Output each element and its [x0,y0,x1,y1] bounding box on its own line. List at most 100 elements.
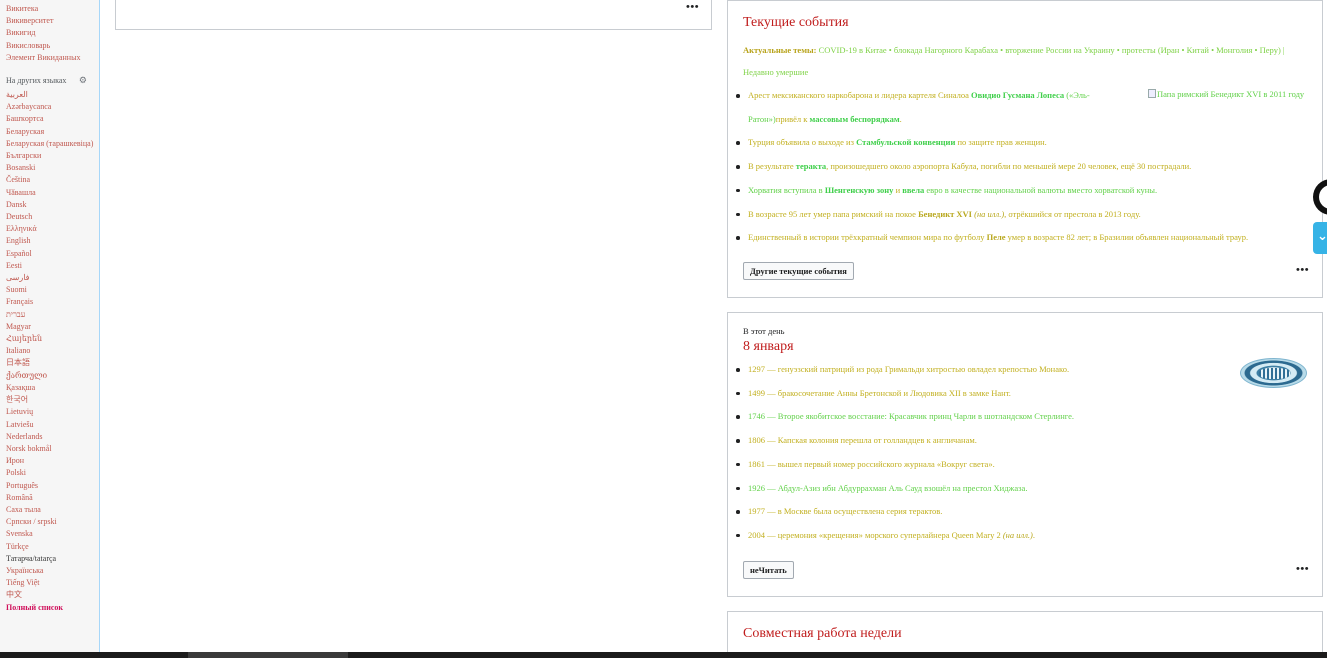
on-this-day-item-text[interactable]: 2004 — церемония «крещения» морского суп… [748,530,1003,540]
news-item-text[interactable]: Бенедикт XVI [918,209,972,219]
on-this-day-item-text[interactable]: 1926 — Абдул-Азиз ибн Абдуррахман Аль Са… [748,483,1027,493]
news-item-text[interactable]: В возрасте 95 лет умер папа римский на п… [748,209,918,219]
on-this-day-item-text[interactable]: 1746 — Второе якобитское восстание: Крас… [748,411,1074,421]
current-events-card: Текущие события Актуальные темы: COVID-1… [727,0,1323,298]
on-this-day-item-text[interactable]: 1297 — генуэзский патриций из рода Грима… [748,364,1069,374]
language-link[interactable]: Українська [0,565,99,577]
language-link[interactable]: Nederlands [0,431,99,443]
language-link[interactable]: فارسی [0,272,99,284]
gear-icon[interactable]: ⚙ [79,73,87,87]
language-link[interactable]: Саха тыла [0,504,99,516]
news-item-text[interactable]: умер в возрасте 82 лет; в Бразилии объяв… [1006,232,1248,242]
language-link[interactable]: Беларуская [0,126,99,138]
language-link[interactable]: Norsk bokmål [0,443,99,455]
news-item: Турция объявила о выходе из Стамбульской… [735,131,1248,155]
sidebar-project-link[interactable]: Викитека [0,3,99,15]
news-item-text[interactable]: массовым беспорядкам [810,114,900,124]
language-link[interactable]: Беларуская (тарашкевіца) [0,138,99,150]
sidebar-project-link[interactable]: Элемент Викиданных [0,52,99,64]
language-link[interactable]: Azərbaycanca [0,101,99,113]
on-this-day-item-text[interactable]: 1499 — бракосочетание Анны Бретонской и … [748,388,1011,398]
language-link[interactable]: Deutsch [0,211,99,223]
news-item-text[interactable]: Овидио Гусмана Лопеса [971,90,1064,100]
language-link[interactable]: Ελληνικά [0,223,99,235]
on-this-day-image[interactable] [1240,358,1307,388]
language-link[interactable]: Dansk [0,199,99,211]
news-item-text[interactable]: по защите прав женщин. [955,137,1046,147]
more-options-icon[interactable]: ••• [686,1,699,13]
language-link[interactable]: Български [0,150,99,162]
news-item-text[interactable]: Пеле [987,232,1006,242]
on-this-day-item-text[interactable]: (на илл.) [1003,530,1033,540]
language-link[interactable]: Հայերեն [0,333,99,345]
sidebar-project-link[interactable]: Викигид [0,27,99,39]
language-link[interactable]: Română [0,492,99,504]
language-link[interactable]: Српски / srpski [0,516,99,528]
language-link[interactable]: Bosanski [0,162,99,174]
language-link[interactable]: Polski [0,467,99,479]
news-item-text[interactable]: (на илл.) [972,209,1004,219]
on-this-day-item-text[interactable]: 1806 — Капская колония перешла от голлан… [748,435,977,445]
language-link[interactable]: ქართული [0,370,99,382]
news-item-text[interactable]: Арест мексиканского наркобарона и лидера… [748,90,971,100]
side-tab-icon[interactable]: ⌄ [1313,222,1327,254]
more-options-icon[interactable]: ••• [1296,264,1309,276]
language-link[interactable]: Татарча/tatarça [0,553,99,565]
language-link[interactable]: Eesti [0,260,99,272]
on-this-day-item-text[interactable]: 1977 — в Москве была осуществлена серия … [748,506,942,516]
languages-heading-label: На других языках [6,76,67,86]
sidebar-project-link[interactable]: Викиверситет [0,15,99,27]
language-link[interactable]: 日本語 [0,357,99,369]
language-link[interactable]: العربية [0,89,99,101]
on-this-day-subtitle: В этот день [743,326,785,336]
sidebar-project-link[interactable]: Викисловарь [0,40,99,52]
language-link[interactable]: Чӑвашла [0,187,99,199]
news-item-text[interactable]: евро в качестве национальной валюты вмес… [924,185,1157,195]
news-item-text[interactable]: теракта [796,161,826,171]
language-link[interactable]: Italiano [0,345,99,357]
language-link[interactable]: 中文 [0,589,99,601]
news-item-text[interactable]: Единственный в истории трёхкратный чемпи… [748,232,987,242]
language-link[interactable]: Башҡортса [0,113,99,125]
on-this-day-item-text[interactable]: . [1033,530,1035,540]
language-link[interactable]: Suomi [0,284,99,296]
language-link[interactable]: 한국어 [0,394,99,406]
language-link[interactable]: Svenska [0,528,99,540]
language-link[interactable]: Čeština [0,174,99,186]
news-item-text[interactable]: Турция объявила о выходе из [748,137,856,147]
full-language-list-link[interactable]: Полный список [0,602,99,614]
news-item-text[interactable]: Хорватия вступила в [748,185,825,195]
language-link[interactable]: Português [0,480,99,492]
more-options-icon[interactable]: ••• [1296,563,1309,575]
language-link[interactable]: Français [0,296,99,308]
topics-links[interactable]: COVID-19 в Китае • блокада Нагорного Кар… [743,45,1285,77]
language-link[interactable]: Қазақша [0,382,99,394]
language-link[interactable]: Español [0,248,99,260]
bottom-bar [0,652,1327,658]
language-link[interactable]: עברית [0,309,99,321]
news-item-text[interactable]: ввела [902,185,924,195]
news-item-text[interactable]: Стамбульской конвенции [856,137,955,147]
language-link[interactable]: Türkçe [0,541,99,553]
more-current-events-button[interactable]: Другие текущие события [743,262,854,280]
news-item-text[interactable]: В результате [748,161,796,171]
language-link[interactable]: Magyar [0,321,99,333]
language-link[interactable]: Ирон [0,455,99,467]
topics-label: Актуальные темы: [743,45,817,55]
news-item: В результате теракта, произошедшего окол… [735,155,1248,179]
language-link[interactable]: Latviešu [0,419,99,431]
news-item-text[interactable]: , произошедшего около аэропорта Кабула, … [826,161,1191,171]
news-item-text[interactable]: Шенгенскую зону [825,185,894,195]
news-item-text[interactable]: . [900,114,902,124]
news-item-text[interactable]: , отрёкшийся от престола в 2013 году. [1004,209,1141,219]
language-link[interactable]: English [0,235,99,247]
read-button[interactable]: неЧитать [743,561,794,579]
on-this-day-item-text[interactable]: 1861 — вышел первый номер российского жу… [748,459,995,469]
news-item-text[interactable]: и [893,185,902,195]
language-link[interactable]: Tiếng Việt [0,577,99,589]
news-image[interactable]: Папа римский Бенедикт XVI в 2011 году [1148,83,1316,105]
sister-projects-list: Викитека Викиверситет Викигид Викисловарь Эл… [0,3,99,64]
news-item-text[interactable]: привёл к [776,114,810,124]
news-item: Арест мексиканского наркобарона и лидера… [736,84,1138,131]
language-link[interactable]: Lietuvių [0,406,99,418]
